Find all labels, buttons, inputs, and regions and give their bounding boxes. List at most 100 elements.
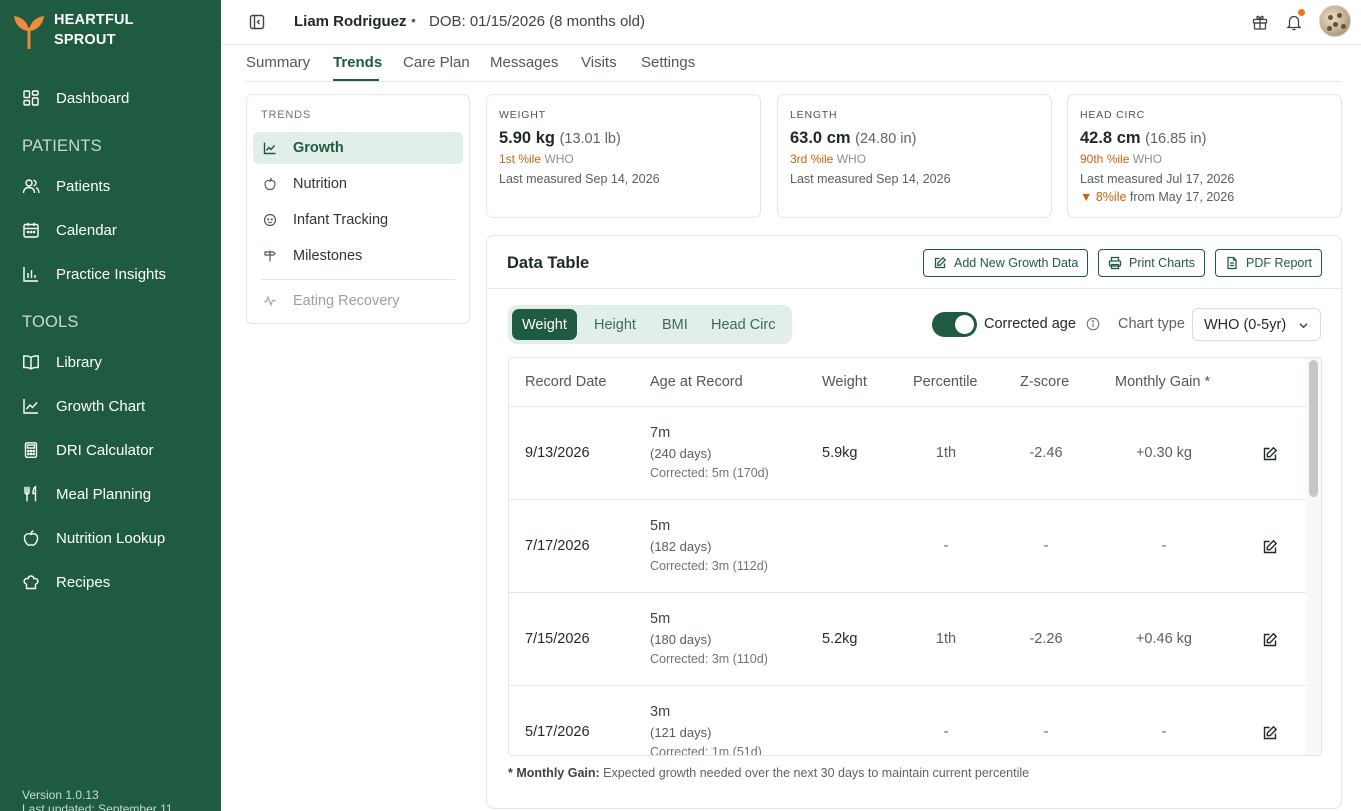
down-arrow-icon: ▼ <box>1080 190 1093 204</box>
sidebar-item-meal-planning[interactable]: Meal Planning <box>22 476 212 512</box>
edit-icon[interactable] <box>1262 725 1278 741</box>
table-row: 7/15/2026 5m (180 days) Corrected: 3m (1… <box>509 593 1306 686</box>
sidebar-item-label: Meal Planning <box>56 485 152 503</box>
gift-icon[interactable] <box>1251 13 1269 31</box>
reference-standard: WHO <box>1132 152 1163 166</box>
sidebar-item-label: Nutrition Lookup <box>56 529 166 547</box>
corrected-age: Corrected: 3m (112d) <box>650 559 768 573</box>
sidebar: HEARTFUL SPROUT Dashboard PATIENTS Patie… <box>0 0 221 811</box>
card-header-divider <box>487 288 1341 289</box>
age-days: (240 days) <box>650 446 712 461</box>
column-header-percentile[interactable]: Percentile <box>913 374 977 390</box>
edit-icon[interactable] <box>1262 446 1278 462</box>
monthly-gain-value: +0.46 kg <box>1135 631 1193 647</box>
trends-panel: TRENDS Growth Nutrition Infant Tracking … <box>246 94 470 324</box>
dashboard-icon <box>23 90 39 106</box>
sidebar-item-calendar[interactable]: Calendar <box>22 212 212 248</box>
percentile-change-value: 8%ile <box>1095 190 1127 204</box>
age-months: 5m <box>650 611 671 627</box>
sidebar-item-patients[interactable]: Patients <box>22 168 212 204</box>
sprout-logo-icon <box>14 16 44 49</box>
monthly-gain-footnote: * Monthly Gain: Expected growth needed o… <box>508 766 1029 780</box>
last-measured: Last measured Jul 17, 2026 <box>1080 172 1235 186</box>
sidebar-item-label: DRI Calculator <box>56 441 154 459</box>
activity-icon <box>264 295 276 307</box>
column-header-z-score[interactable]: Z-score <box>1020 374 1069 390</box>
segment-bmi[interactable]: BMI <box>652 309 698 340</box>
metric-label: WEIGHT <box>499 109 546 121</box>
reference-standard: WHO <box>836 152 867 166</box>
trend-item-label: Eating Recovery <box>293 293 400 309</box>
growth-data-table[interactable]: Record Date Age at Record Weight Percent… <box>508 357 1322 756</box>
trend-item-label: Nutrition <box>293 176 347 192</box>
column-header-record-date[interactable]: Record Date <box>525 374 606 390</box>
brand[interactable]: HEARTFUL SPROUT <box>12 10 134 50</box>
segment-height[interactable]: Height <box>584 309 646 340</box>
metric-card-head-circ: HEAD CIRC 42.8 cm (16.85 in) 90th %ile W… <box>1067 94 1342 218</box>
reference-standard: WHO <box>544 152 574 166</box>
calculator-icon <box>24 442 38 458</box>
add-growth-data-button[interactable]: Add New Growth Data <box>923 249 1089 277</box>
tab-settings[interactable]: Settings <box>641 54 695 71</box>
sidebar-item-nutrition-lookup[interactable]: Nutrition Lookup <box>22 520 212 556</box>
percentile-value: 1th <box>935 631 957 647</box>
calendar-icon <box>23 222 39 238</box>
corrected-age: Corrected: 1m (51d) <box>650 745 762 756</box>
trend-item-nutrition[interactable]: Nutrition <box>253 168 463 200</box>
segment-head-circ[interactable]: Head Circ <box>701 309 785 340</box>
sidebar-item-label: Dashboard <box>56 89 130 107</box>
edit-icon[interactable] <box>1262 539 1278 555</box>
avatar[interactable] <box>1319 5 1351 37</box>
percentile-value: 90th %ile <box>1080 152 1130 166</box>
metric-value: 63.0 cm (24.80 in) <box>790 129 1039 148</box>
column-header-monthly-gain[interactable]: Monthly Gain * <box>1115 374 1210 390</box>
printer-icon <box>1108 256 1122 270</box>
pdf-report-button[interactable]: PDF Report <box>1215 249 1322 277</box>
sidebar-item-practice-insights[interactable]: Practice Insights <box>22 256 212 292</box>
sidebar-item-recipes[interactable]: Recipes <box>22 564 212 600</box>
tab-summary[interactable]: Summary <box>246 54 310 71</box>
sidebar-item-library[interactable]: Library <box>22 344 212 380</box>
trend-item-growth[interactable]: Growth <box>253 132 463 164</box>
age-months: 5m <box>650 518 671 534</box>
trend-item-infant-tracking[interactable]: Infant Tracking <box>253 204 463 236</box>
column-header-weight[interactable]: Weight <box>822 374 867 390</box>
tab-trends[interactable]: Trends <box>333 54 382 71</box>
sidebar-item-growth-chart[interactable]: Growth Chart <box>22 388 212 424</box>
trend-item-eating-recovery[interactable]: Eating Recovery <box>253 285 463 317</box>
signpost-icon <box>264 250 276 262</box>
sidebar-item-dashboard[interactable]: Dashboard <box>22 80 212 116</box>
table-row: 5/17/2026 3m (121 days) Corrected: 1m (5… <box>509 686 1306 756</box>
tab-visits[interactable]: Visits <box>581 54 617 71</box>
percentile-change-from: from May 17, 2026 <box>1129 190 1235 204</box>
chevron-down-icon <box>1299 323 1308 329</box>
metric-alt-value: (13.01 lb) <box>559 131 621 147</box>
data-table-card: Data Table Add New Growth Data Print Cha… <box>486 235 1342 809</box>
tab-messages[interactable]: Messages <box>490 54 558 71</box>
chart-type-select[interactable]: WHO (0-5yr) <box>1192 308 1321 341</box>
table-row: 7/17/2026 5m (182 days) Corrected: 3m (1… <box>509 500 1306 593</box>
corrected-age-toggle[interactable] <box>932 312 977 337</box>
metric-primary-value: 63.0 cm <box>790 129 851 147</box>
table-scrollbar[interactable] <box>1309 360 1318 497</box>
sidebar-item-dri-calculator[interactable]: DRI Calculator <box>22 432 212 468</box>
sidebar-toggle-icon[interactable] <box>249 14 265 30</box>
monthly-gain-value: - <box>1161 538 1167 554</box>
baby-icon <box>263 213 277 227</box>
record-date: 5/17/2026 <box>525 724 590 740</box>
monthly-gain-value: +0.30 kg <box>1135 445 1193 461</box>
info-icon[interactable] <box>1086 317 1100 331</box>
button-label: PDF Report <box>1246 256 1312 270</box>
z-score-value: -2.46 <box>1029 445 1063 461</box>
chart-type-label: Chart type <box>1118 316 1185 332</box>
segment-weight[interactable]: Weight <box>512 309 577 340</box>
corrected-age: Corrected: 5m (170d) <box>650 466 769 480</box>
edit-icon[interactable] <box>1262 632 1278 648</box>
metric-primary-value: 5.90 kg <box>499 129 555 147</box>
column-header-age[interactable]: Age at Record <box>650 374 743 390</box>
utensils-icon <box>24 485 37 502</box>
print-charts-button[interactable]: Print Charts <box>1098 249 1205 277</box>
trend-item-milestones[interactable]: Milestones <box>253 240 463 272</box>
tab-care-plan[interactable]: Care Plan <box>403 54 470 71</box>
trend-item-label: Infant Tracking <box>293 212 389 228</box>
